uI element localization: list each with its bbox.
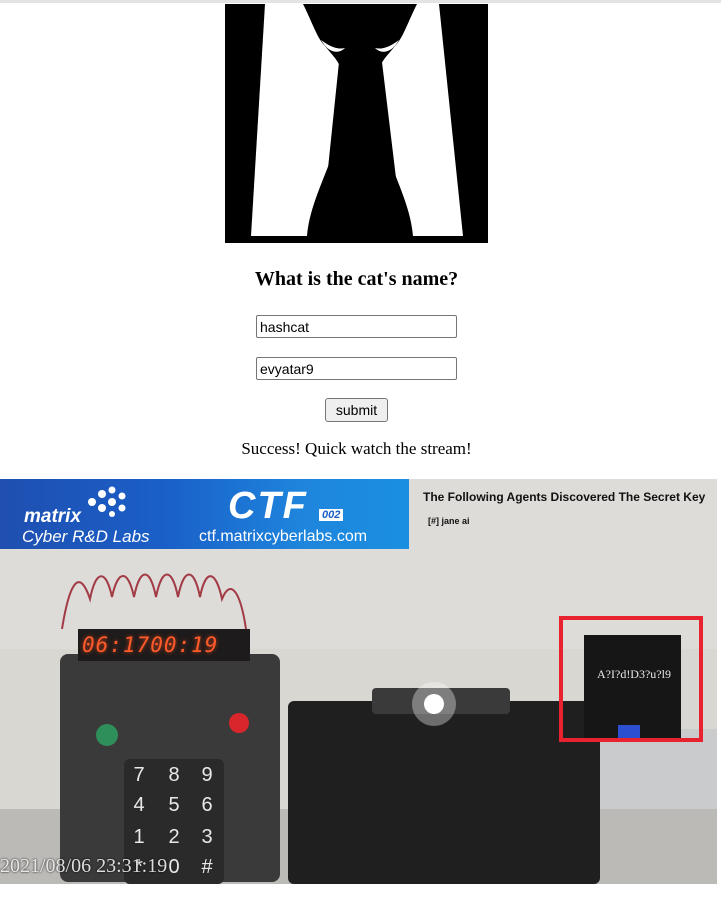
cat-name-input[interactable] xyxy=(256,315,457,338)
brand-url: ctf.matrixcyberlabs.com xyxy=(199,528,368,545)
status-message: Success! Quick watch the stream! xyxy=(241,439,472,458)
question-heading: What is the cat's name? xyxy=(254,268,459,290)
stream-timestamp: 2021/08/06 23:31:19 xyxy=(0,855,168,877)
brand-name: matrix xyxy=(24,506,82,527)
ctf-banner: matrix Cyber R&D Labs CTF 002 ctf.matrix… xyxy=(0,479,409,549)
matrix-logo-icon xyxy=(88,486,126,517)
agent-entry: [#] jane ai xyxy=(428,516,470,526)
keypad-key: 7 xyxy=(133,764,145,786)
secret-key-highlight xyxy=(559,616,703,742)
keypad-key: 3 xyxy=(201,826,213,848)
seven-segment-display: 06:1700:19 xyxy=(82,633,219,657)
cat-logo-image xyxy=(225,4,488,243)
keypad-key: 9 xyxy=(201,764,213,786)
brand-event: CTF xyxy=(228,485,308,527)
keypad-key: 1 xyxy=(133,826,145,848)
keypad-key: 8 xyxy=(168,764,180,786)
stream-video[interactable]: matrix Cyber R&D Labs CTF 002 ctf.matrix… xyxy=(0,479,717,884)
brand-edition: 002 xyxy=(319,509,344,521)
agents-title: The Following Agents Discovered The Secr… xyxy=(423,490,706,504)
username-input[interactable] xyxy=(256,357,457,380)
page-top-border xyxy=(0,0,721,3)
keypad-key: 5 xyxy=(168,794,180,816)
keypad-key: 4 xyxy=(133,794,145,816)
keypad-key: 2 xyxy=(168,826,180,848)
keypad-key: 6 xyxy=(201,794,213,816)
brand-tagline: Cyber R&D Labs xyxy=(22,527,150,546)
keypad-key: # xyxy=(201,856,213,878)
submit-button[interactable]: submit xyxy=(325,398,388,422)
